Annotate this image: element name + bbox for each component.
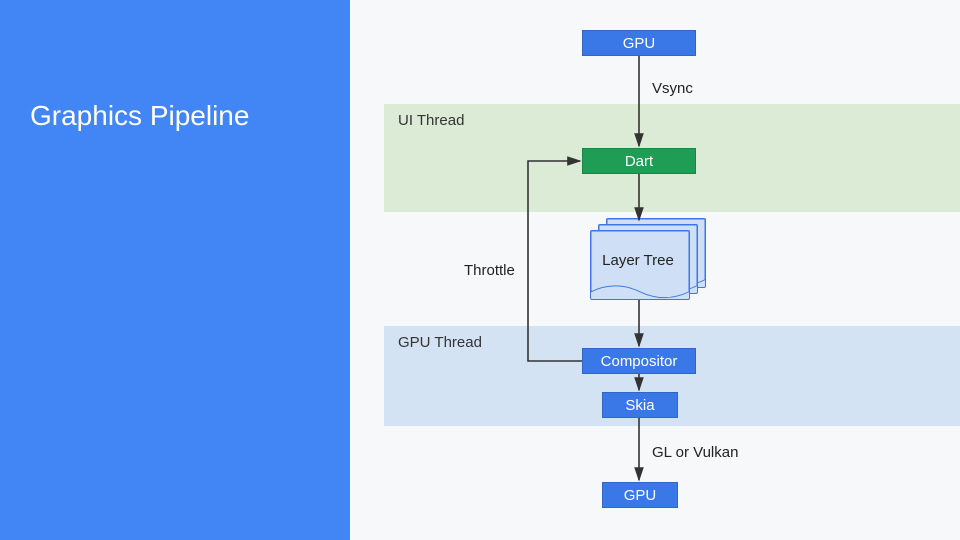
gpu-top-box: GPU [582,30,696,56]
gpu-bottom-box: GPU [602,482,678,508]
layer-tree-label: Layer Tree [588,252,688,269]
vsync-label: Vsync [652,80,693,97]
layer-tree-stack: Layer Tree [592,228,692,302]
sidebar: Graphics Pipeline [0,0,350,540]
skia-box: Skia [602,392,678,418]
slide-title: Graphics Pipeline [30,100,249,132]
compositor-box: Compositor [582,348,696,374]
diagram-canvas: UI Thread GPU Thread GPU Dart Compositor… [350,0,960,540]
throttle-label: Throttle [464,262,515,279]
gl-vulkan-label: GL or Vulkan [652,444,738,461]
dart-box: Dart [582,148,696,174]
